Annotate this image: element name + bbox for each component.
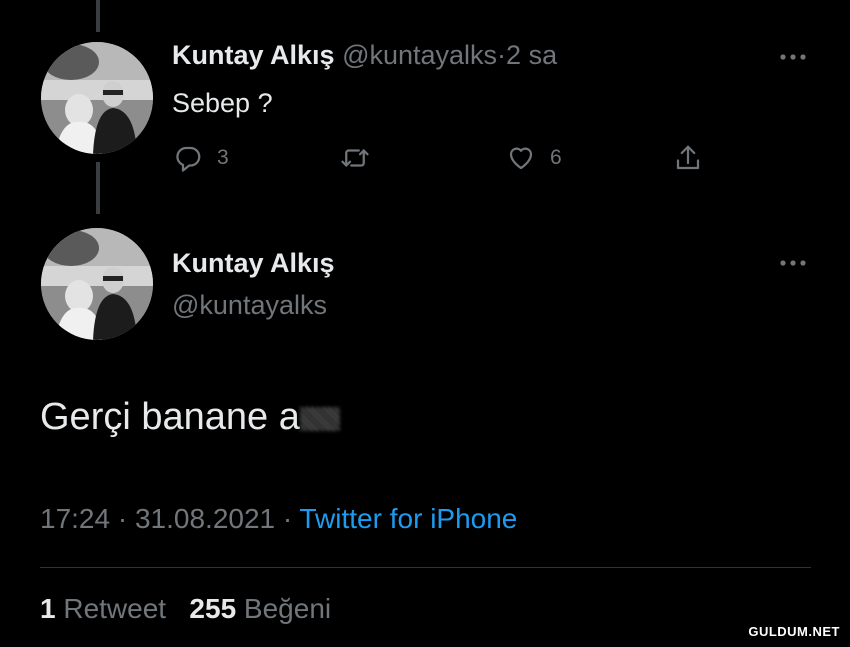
display-name[interactable]: Kuntay Alkış xyxy=(172,248,335,279)
avatar[interactable] xyxy=(41,42,153,154)
like-count: 6 xyxy=(550,146,562,169)
display-name[interactable]: Kuntay Alkış xyxy=(172,40,335,70)
retweet-button[interactable] xyxy=(340,143,370,173)
handle[interactable]: @kuntayalks xyxy=(342,40,497,70)
divider xyxy=(40,567,811,568)
watermark: GULDUM.NET xyxy=(744,622,844,641)
author-line: Kuntay Alkış @kuntayalks·2 sa xyxy=(172,40,557,71)
source-link[interactable]: Twitter for iPhone xyxy=(300,503,518,534)
censored-blur xyxy=(299,407,340,431)
tweet-time[interactable]: 17:24 xyxy=(40,503,110,534)
share-icon xyxy=(676,145,700,170)
retweet-count: 1 xyxy=(40,593,56,624)
reply-icon xyxy=(176,146,201,172)
handle[interactable]: @kuntayalks xyxy=(172,290,327,321)
retweets-stat[interactable]: 1 Retweet xyxy=(40,593,166,624)
retweet-label: Retweet xyxy=(63,593,167,624)
tweet-text-line: Gerçi banane a xyxy=(40,396,340,439)
thread-line-middle xyxy=(96,162,100,214)
retweet-icon xyxy=(341,149,369,167)
separator: · xyxy=(282,503,293,534)
like-button[interactable]: 6 xyxy=(506,143,562,173)
like-count: 255 xyxy=(189,593,237,624)
thread-line-top xyxy=(96,0,100,32)
tweet-metadata: 17:24 · 31.08.2021 · Twitter for iPhone xyxy=(40,503,517,535)
like-label: Beğeni xyxy=(243,593,332,624)
separator: · xyxy=(117,503,128,534)
more-options-icon[interactable] xyxy=(778,52,808,62)
engagement-stats: 1 Retweet 255 Beğeni xyxy=(40,593,331,625)
reply-button[interactable]: 3 xyxy=(173,143,229,173)
tweet-text: Sebep ? xyxy=(172,88,273,118)
separator: · xyxy=(497,40,507,70)
share-button[interactable] xyxy=(673,143,703,173)
timestamp[interactable]: 2 sa xyxy=(506,40,557,70)
more-options-icon[interactable] xyxy=(778,258,808,268)
heart-icon xyxy=(509,147,533,170)
avatar[interactable] xyxy=(41,228,153,340)
likes-stat[interactable]: 255 Beğeni xyxy=(189,593,331,624)
reply-count: 3 xyxy=(217,146,229,169)
tweet-date[interactable]: 31.08.2021 xyxy=(135,503,275,534)
tweet-text: Gerçi banane a xyxy=(40,396,300,438)
